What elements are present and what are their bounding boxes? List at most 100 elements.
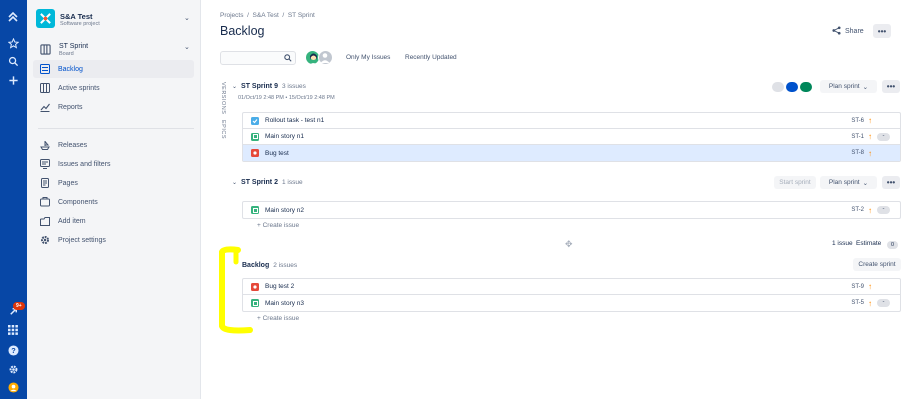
project-sidebar: S&A Test Software project ⌄ ST Sprint Bo…: [27, 0, 201, 399]
chevron-down-icon[interactable]: ⌄: [184, 14, 190, 22]
user-avatar[interactable]: [6, 380, 20, 394]
sidebar-item-reports[interactable]: Reports: [33, 98, 194, 116]
issues-icon: [40, 159, 50, 169]
board-icon: [40, 44, 51, 57]
create-icon[interactable]: [6, 73, 20, 87]
chevron-down-icon: ⌄: [862, 179, 869, 187]
breadcrumb-separator: /: [280, 12, 288, 19]
issue-key[interactable]: ST-5: [851, 300, 864, 306]
board-selector[interactable]: ST Sprint Board ⌄: [36, 42, 196, 60]
issue-key[interactable]: ST-2: [851, 207, 864, 213]
sidebar-item-releases[interactable]: Releases: [33, 136, 194, 154]
chevron-down-icon[interactable]: ⌄: [232, 83, 237, 90]
ship-icon: [40, 140, 50, 150]
breadcrumb-project[interactable]: S&A Test: [253, 12, 279, 19]
estimate-badge[interactable]: -: [877, 132, 890, 141]
app-switcher-icon[interactable]: [6, 323, 20, 337]
sprint-header[interactable]: ⌄ ST Sprint 9 3 issues: [232, 83, 306, 90]
issue-key[interactable]: ST-9: [851, 284, 864, 290]
create-issue-link[interactable]: + Create issue: [257, 315, 299, 322]
sprint-issue-count: 1 issue: [281, 179, 303, 186]
issue-summary: Main story n3: [265, 299, 305, 307]
sidebar-item-project-settings[interactable]: Project settings: [33, 231, 194, 249]
chevron-down-icon[interactable]: ⌄: [184, 43, 190, 51]
create-sprint-button[interactable]: Create sprint: [853, 258, 901, 271]
sidebar-item-components[interactable]: Components: [33, 193, 194, 211]
issue-row[interactable]: Bug test 2 ST-9 ↑: [243, 279, 900, 295]
todo-status-lozenge: [772, 82, 784, 92]
sprint-dates: 01/Oct/19 2:48 PM • 15/Oct/19 2:48 PM: [238, 95, 335, 101]
project-logo-icon: [36, 9, 55, 28]
issue-summary: Bug test: [265, 149, 289, 157]
priority-high-icon: ↑: [868, 148, 872, 158]
plan-sprint-button[interactable]: Plan sprint ⌄: [820, 176, 877, 189]
component-icon: [40, 197, 50, 207]
plan-sprint-button[interactable]: Plan sprint ⌄: [820, 80, 877, 93]
sprint-issue-list: Main story n2 ST-2 ↑ -: [242, 201, 901, 219]
backlog-icon: [40, 64, 50, 74]
sidebar-item-backlog[interactable]: Backlog: [33, 60, 194, 78]
sidebar-item-add-item[interactable]: Add item: [33, 212, 194, 230]
more-actions-button[interactable]: •••: [873, 24, 891, 38]
jira-logo-icon[interactable]: [6, 10, 20, 24]
issue-key[interactable]: ST-1: [851, 134, 864, 140]
sidebar-item-pages[interactable]: Pages: [33, 174, 194, 192]
issue-summary: Main story n1: [265, 133, 305, 140]
recently-updated-filter[interactable]: Recently Updated: [405, 54, 457, 61]
only-my-issues-filter[interactable]: Only My Issues: [346, 54, 390, 61]
sidebar-item-active-sprints[interactable]: Active sprints: [33, 79, 194, 97]
start-sprint-button[interactable]: Start sprint: [774, 176, 816, 189]
search-icon[interactable]: [6, 54, 20, 68]
backlog-issue-list: Bug test 2 ST-9 ↑ Main story n3 ST-5 ↑ -: [242, 278, 901, 312]
priority-high-icon: ↑: [868, 298, 872, 308]
project-header[interactable]: S&A Test Software project ⌄: [36, 9, 196, 31]
highlight-annotation: [219, 246, 253, 334]
breadcrumb-board[interactable]: ST Sprint: [288, 12, 315, 19]
backlog-main: Projects / S&A Test / ST Sprint Backlog …: [201, 0, 910, 399]
sprint-name: ST Sprint 9: [241, 83, 278, 90]
estimate-badge[interactable]: -: [877, 299, 890, 307]
sprint-more-button[interactable]: •••: [882, 80, 900, 93]
estimate-badge[interactable]: -: [877, 206, 890, 214]
search-input[interactable]: [220, 51, 296, 65]
notification-badge: 9+: [13, 302, 25, 310]
issue-row[interactable]: Main story n3 ST-5 ↑ -: [243, 295, 900, 311]
story-type-icon: [251, 206, 259, 214]
global-navigation: 9+ ?: [0, 0, 27, 399]
issue-key[interactable]: ST-6: [851, 118, 864, 124]
done-status-lozenge: [800, 82, 812, 92]
sprint-issue-count: 3 issues: [281, 83, 306, 90]
chevron-down-icon[interactable]: ⌄: [232, 179, 237, 186]
plan-sprint-label: Plan sprint: [828, 83, 860, 90]
create-issue-link[interactable]: + Create issue: [257, 222, 299, 229]
sidebar-item-label: Reports: [58, 103, 83, 111]
issue-row[interactable]: Rollout task - test n1 ST-6 ↑: [243, 113, 900, 129]
issue-key[interactable]: ST-8: [851, 150, 864, 156]
create-sprint-label: Create sprint: [858, 261, 896, 268]
share-button[interactable]: Share: [832, 26, 864, 37]
epics-tab[interactable]: EPICS: [220, 120, 226, 139]
board-icon: [40, 83, 50, 93]
breadcrumb: Projects / S&A Test / ST Sprint: [220, 12, 315, 19]
star-icon[interactable]: [6, 36, 20, 50]
sprint-issue-total: 1 issue: [832, 240, 853, 247]
unassigned-avatar[interactable]: [318, 50, 333, 65]
share-label: Share: [845, 28, 864, 35]
sidebar-item-issues-and-filters[interactable]: Issues and filters: [33, 155, 194, 173]
add-item-icon: [40, 216, 50, 226]
issue-row-selected[interactable]: Bug test ST-8 ↑: [243, 145, 900, 161]
breadcrumb-projects[interactable]: Projects: [220, 12, 243, 19]
help-icon[interactable]: ?: [6, 343, 20, 357]
task-type-icon: [251, 116, 259, 125]
sidebar-item-label: Backlog: [58, 65, 83, 73]
issue-row[interactable]: Main story n2 ST-2 ↑ -: [243, 202, 900, 218]
priority-high-icon: ↑: [868, 116, 872, 125]
sprint-header[interactable]: ⌄ ST Sprint 2 1 issue: [232, 179, 303, 186]
plan-sprint-label: Plan sprint: [828, 179, 860, 186]
issue-row[interactable]: Main story n1 ST-1 ↑ -: [243, 129, 900, 145]
sprint-more-button[interactable]: •••: [882, 176, 900, 189]
gear-icon[interactable]: [6, 362, 20, 376]
sidebar-item-label: Add item: [58, 217, 86, 225]
versions-tab[interactable]: VERSIONS: [220, 82, 226, 114]
drag-handle-icon[interactable]: ✥: [565, 239, 573, 250]
